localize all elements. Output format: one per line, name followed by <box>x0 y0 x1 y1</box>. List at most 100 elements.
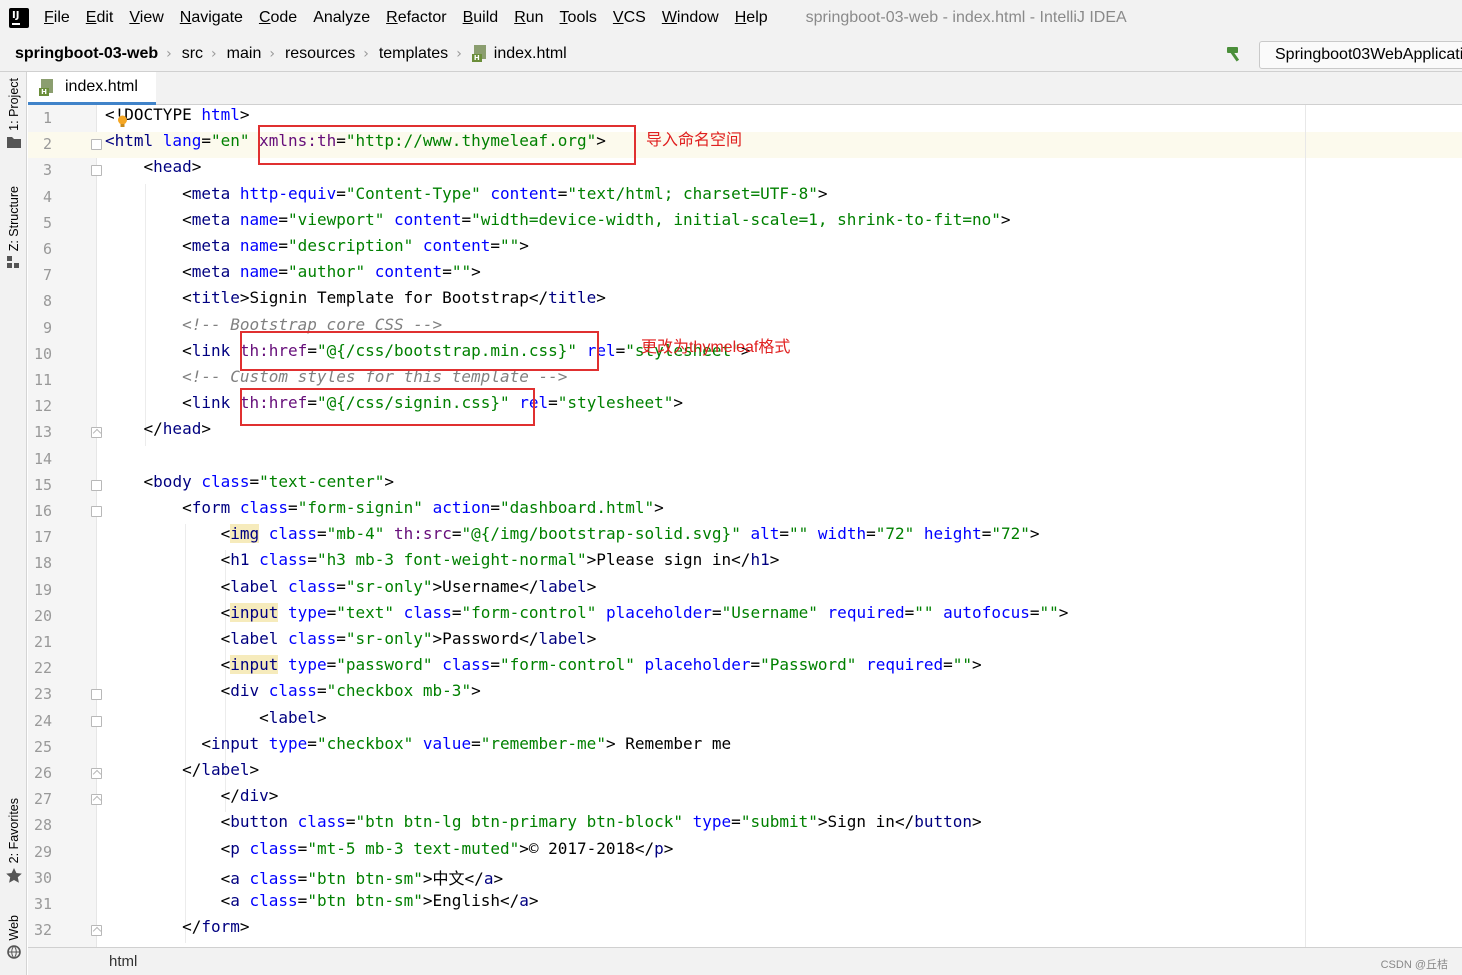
breadcrumb-src[interactable]: src <box>182 45 203 63</box>
code-line[interactable]: <button class="btn btn-lg btn-primary bt… <box>105 812 982 838</box>
line-number: 20 <box>33 606 52 625</box>
code-line[interactable]: </form> <box>105 917 249 943</box>
fold-start-icon[interactable] <box>91 689 102 701</box>
menu-item[interactable]: Run <box>514 9 543 27</box>
fold-end-icon[interactable] <box>91 925 102 937</box>
code-token: > Remember me <box>605 733 732 753</box>
project-tool-tab[interactable]: 1: Project <box>0 78 27 148</box>
code-line[interactable]: <img class="mb-4" th:src="@{/img/bootstr… <box>105 524 1040 550</box>
fold-end-icon[interactable] <box>91 794 102 806</box>
code-line[interactable]: <input type="checkbox" value="remember-m… <box>105 734 731 760</box>
menu-mnemonic: C <box>258 9 271 26</box>
run-configuration-selector[interactable]: Springboot03WebApplication <box>1259 41 1462 69</box>
code-token: = <box>316 524 327 544</box>
code-line[interactable]: <label> <box>105 708 326 734</box>
line-number: 9 <box>42 318 52 337</box>
menu-item[interactable]: VCS <box>613 9 646 27</box>
lightbulb-icon[interactable] <box>117 115 128 129</box>
menu-item[interactable]: Code <box>259 9 297 27</box>
menu-item[interactable]: Build <box>463 9 499 27</box>
fold-end-icon[interactable] <box>91 427 102 439</box>
menu-item[interactable]: Navigate <box>180 9 243 27</box>
code-line[interactable]: <body class="text-center"> <box>105 471 395 498</box>
tab-index-html[interactable]: H index.html <box>28 72 156 105</box>
code-token: >中文</ <box>422 868 484 888</box>
code-line[interactable]: </div> <box>105 786 279 812</box>
code-line[interactable]: <form class="form-signin" action="dashbo… <box>105 498 664 524</box>
breadcrumb-main[interactable]: main <box>227 45 262 63</box>
code-token: = <box>201 131 211 151</box>
code-line[interactable]: <p class="mt-5 mb-3 text-muted">© 2017-2… <box>105 839 674 865</box>
line-number: 17 <box>33 528 52 547</box>
fold-start-icon[interactable] <box>91 139 102 151</box>
breadcrumb-templates[interactable]: templates <box>379 45 448 63</box>
menu-item[interactable]: Tools <box>560 9 597 27</box>
code-token: > <box>972 655 982 675</box>
status-breadcrumb[interactable]: html <box>109 953 137 970</box>
code-line[interactable]: <head> <box>105 157 202 183</box>
code-token: "" <box>789 524 809 544</box>
hammer-icon[interactable] <box>1225 45 1247 63</box>
code-token: < <box>105 524 231 544</box>
code-token: = <box>336 183 346 203</box>
fold-start-icon[interactable] <box>91 506 102 517</box>
line-number: 28 <box>33 816 52 835</box>
code-line[interactable]: <meta http-equiv="Content-Type" content=… <box>105 183 827 210</box>
fold-start-icon[interactable] <box>91 165 102 177</box>
code-line[interactable]: <a class="btn btn-sm">English</a> <box>105 891 539 917</box>
code-line[interactable]: <div class="checkbox mb-3"> <box>105 681 481 707</box>
breadcrumb-resources[interactable]: resources <box>285 45 355 63</box>
line-number: 1 <box>42 109 52 127</box>
menu-item[interactable]: Refactor <box>386 9 446 27</box>
code-token: "text/html; charset=UTF-8" <box>567 183 818 203</box>
fold-start-icon[interactable] <box>91 715 102 727</box>
menu-bar: IJ File Edit View Navigate Code Analyze Refact… <box>0 0 1462 36</box>
structure-tool-tab[interactable]: Z: Structure <box>0 186 27 269</box>
menu-item[interactable]: File <box>44 9 70 27</box>
code-line[interactable]: <input type="password" class="form-contr… <box>105 655 982 681</box>
menu-item[interactable]: Window <box>662 9 719 27</box>
code-token: > <box>384 471 395 491</box>
globe-icon <box>6 945 21 960</box>
menu-item[interactable]: Help <box>735 9 768 27</box>
code-line[interactable]: <label class="sr-only">Username</label> <box>105 577 597 603</box>
code-token: required <box>827 602 905 622</box>
code-line[interactable]: <meta name="author" content=""> <box>105 262 481 288</box>
line-number: 14 <box>33 449 52 468</box>
code-token: </ <box>105 419 163 439</box>
breadcrumb-project[interactable]: springboot-03-web <box>15 45 158 63</box>
breadcrumb-file[interactable]: H index.html <box>471 45 567 63</box>
line-number: 30 <box>33 868 52 887</box>
fold-start-icon[interactable] <box>91 479 102 491</box>
code-line[interactable]: <label class="sr-only">Password</label> <box>105 629 597 655</box>
code-token: = <box>471 733 481 753</box>
code-token: form <box>201 917 240 937</box>
menu-item[interactable]: Edit <box>86 9 114 27</box>
menu-mnemonic: H <box>734 9 747 26</box>
code-line[interactable]: </head> <box>105 419 211 445</box>
code-line[interactable]: <title>Signin Template for Bootstrap</ti… <box>105 288 606 314</box>
menu-label: Analyze <box>313 9 371 26</box>
code-line[interactable]: <input type="text" class="form-control" … <box>105 602 1068 629</box>
code-token: "checkbox mb-3" <box>326 681 472 701</box>
code-token: >Please sign in</ <box>586 550 751 570</box>
web-tool-tab[interactable]: Web <box>0 915 27 960</box>
code-line[interactable]: <meta name="description" content=""> <box>105 236 529 262</box>
code-token: div <box>230 681 269 701</box>
code-line[interactable]: <h1 class="h3 mb-3 font-weight-normal">P… <box>105 550 780 576</box>
code-token: body <box>153 471 202 491</box>
menu-item[interactable]: View <box>129 9 163 27</box>
structure-tab-label: Z: Structure <box>6 186 21 252</box>
code-line[interactable]: <a class="btn btn-sm">中文</a> <box>105 865 504 891</box>
code-line[interactable]: <meta name="viewport" content="width=dev… <box>105 210 1010 236</box>
code-token: "" <box>952 655 973 675</box>
menu-item[interactable]: Analyze <box>313 9 370 27</box>
favorites-tool-tab[interactable]: 2: Favorites <box>0 798 27 884</box>
code-line[interactable]: </label> <box>105 760 259 786</box>
fold-end-icon[interactable] <box>91 768 102 779</box>
code-token: "description" <box>288 236 414 255</box>
